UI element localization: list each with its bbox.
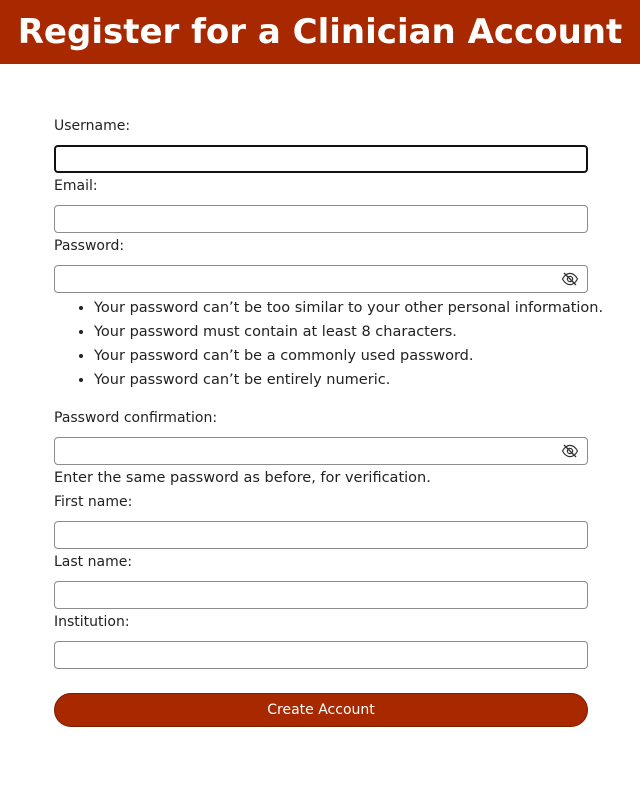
password-rule: Your password can’t be too similar to yo… xyxy=(94,296,603,320)
password-label: Password: xyxy=(54,238,125,254)
institution-label: Institution: xyxy=(54,614,130,630)
password-confirmation-input[interactable] xyxy=(55,438,555,464)
password-rule: Your password can’t be a commonly used p… xyxy=(94,344,603,368)
create-account-button[interactable]: Create Account xyxy=(54,693,588,727)
username-input[interactable] xyxy=(56,147,586,171)
email-label: Email: xyxy=(54,178,98,194)
eye-slash-icon[interactable] xyxy=(561,443,579,459)
first-name-input[interactable] xyxy=(55,522,587,548)
institution-field-wrapper xyxy=(54,641,588,669)
page-title: Register for a Clinician Account xyxy=(17,12,623,52)
first-name-field-wrapper xyxy=(54,521,588,549)
password-rule: Your password must contain at least 8 ch… xyxy=(94,320,603,344)
password-confirmation-field-wrapper xyxy=(54,437,588,465)
last-name-field-wrapper xyxy=(54,581,588,609)
password-field-wrapper xyxy=(54,265,588,293)
password-rule: Your password can’t be entirely numeric. xyxy=(94,368,603,392)
last-name-input[interactable] xyxy=(55,582,587,608)
username-label: Username: xyxy=(54,118,131,134)
password-confirmation-help: Enter the same password as before, for v… xyxy=(54,470,431,486)
password-rules-list: Your password can’t be too similar to yo… xyxy=(54,296,603,392)
first-name-label: First name: xyxy=(54,494,133,510)
page-header: Register for a Clinician Account xyxy=(0,0,640,64)
email-field-wrapper xyxy=(54,205,588,233)
email-input[interactable] xyxy=(55,206,587,232)
password-confirmation-label: Password confirmation: xyxy=(54,410,218,426)
institution-input[interactable] xyxy=(55,642,587,668)
eye-slash-icon[interactable] xyxy=(561,271,579,287)
username-field-wrapper xyxy=(54,145,588,173)
last-name-label: Last name: xyxy=(54,554,133,570)
password-input[interactable] xyxy=(55,266,555,292)
